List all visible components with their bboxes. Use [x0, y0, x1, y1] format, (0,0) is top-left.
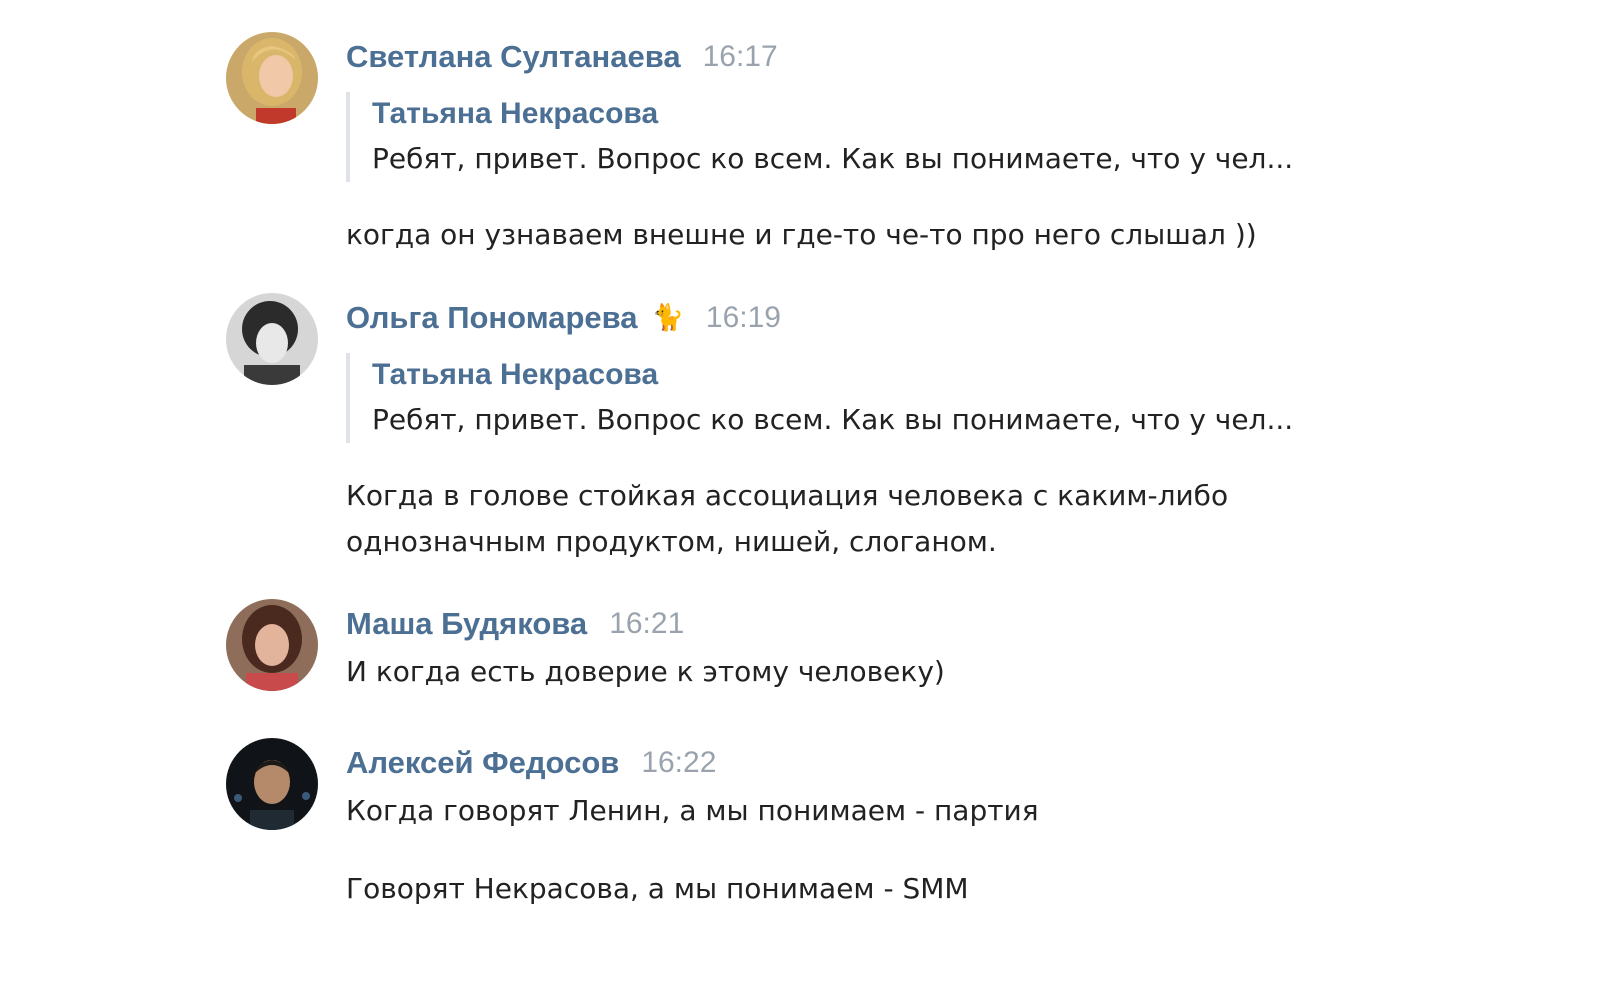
quote-author[interactable]: Татьяна Некрасова [372, 92, 1376, 136]
quote-text: Ребят, привет. Вопрос ко всем. Как вы по… [372, 403, 1294, 436]
forwarded-quote[interactable]: Татьяна Некрасова Ребят, привет. Вопрос … [346, 92, 1376, 182]
message-text: когда он узнаваем внешне и где-то че-то … [346, 218, 1257, 251]
message-timestamp[interactable]: 16:21 [609, 607, 684, 641]
message-author-link[interactable]: Ольга Пономарева [346, 300, 638, 336]
avatar[interactable] [226, 599, 318, 691]
avatar-photo-man-dark-icon [226, 738, 318, 830]
avatar[interactable] [226, 32, 318, 124]
message-timestamp[interactable]: 16:17 [703, 40, 778, 74]
cat-emoji-icon: 🐈 [651, 303, 684, 333]
avatar-photo-woman-bw-icon [226, 293, 318, 385]
avatar[interactable] [226, 293, 318, 385]
avatar-photo-woman-blonde-icon [226, 32, 318, 124]
message-author-link[interactable]: Светлана Султанаева [346, 39, 681, 75]
message-timestamp[interactable]: 16:22 [641, 746, 716, 780]
forwarded-quote[interactable]: Татьяна Некрасова Ребят, привет. Вопрос … [346, 353, 1376, 443]
avatar-photo-woman-dark-hair-icon [226, 599, 318, 691]
message-text: Говорят Некрасова, а мы понимаем - SMM [346, 872, 969, 905]
message-timestamp[interactable]: 16:19 [706, 301, 781, 335]
message-text: И когда есть доверие к этому человеку) [346, 655, 945, 688]
message-author-link[interactable]: Алексей Федосов [346, 745, 619, 781]
avatar[interactable] [226, 738, 318, 830]
message-text: Когда в голове стойкая ассоциация челове… [346, 479, 1229, 558]
message-text: Когда говорят Ленин, а мы понимаем - пар… [346, 794, 1039, 827]
quote-text: Ребят, привет. Вопрос ко всем. Как вы по… [372, 142, 1294, 175]
quote-author[interactable]: Татьяна Некрасова [372, 353, 1376, 397]
message-author-link[interactable]: Маша Будякова [346, 606, 587, 642]
